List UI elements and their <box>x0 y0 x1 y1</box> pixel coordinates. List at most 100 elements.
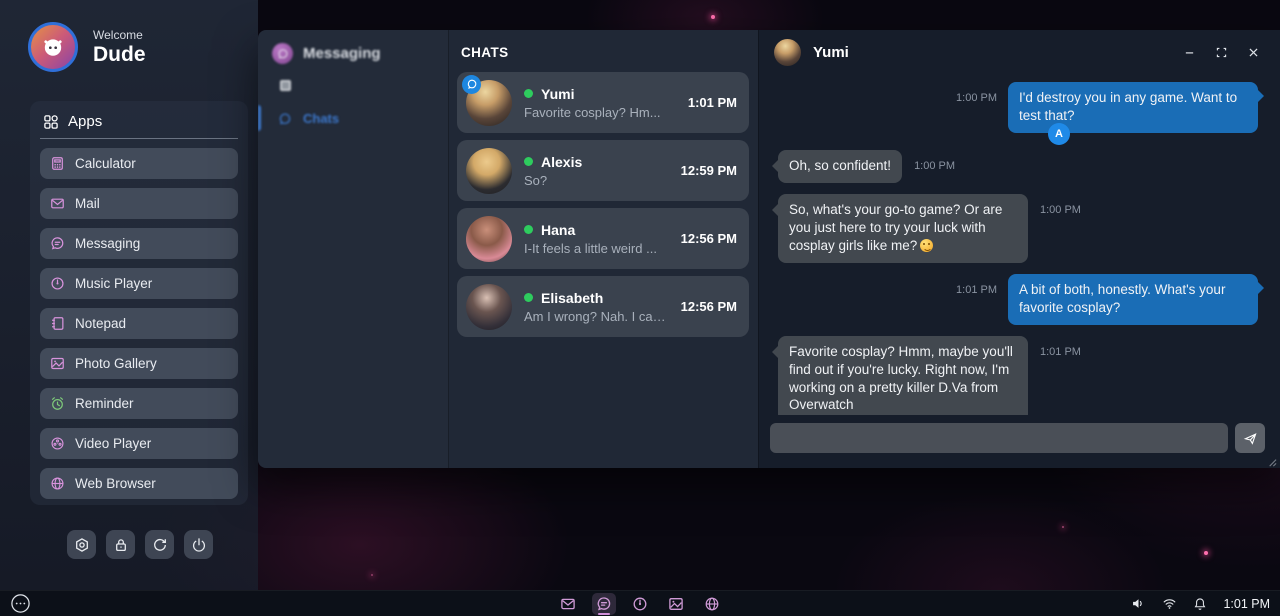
user-profile: Welcome Dude <box>28 22 146 72</box>
restart-button[interactable] <box>145 530 174 559</box>
chat-preview: Am I wrong? Nah. I can... <box>524 309 669 324</box>
star-dot <box>371 574 373 576</box>
app-list: Calculator Mail Messaging <box>40 148 238 499</box>
message-input[interactable] <box>770 423 1228 453</box>
message-time: 1:00 PM <box>1040 204 1081 216</box>
star-dot <box>711 15 715 19</box>
taskbar-pinned-apps <box>556 591 724 616</box>
messaging-window-title: Messaging <box>303 45 381 62</box>
taskbar-mail[interactable] <box>556 593 580 615</box>
star-dot <box>1204 551 1208 555</box>
settings-button[interactable] <box>67 530 96 559</box>
app-label: Reminder <box>75 396 134 411</box>
message-text: Oh, so confident! <box>789 158 891 173</box>
power-button[interactable] <box>184 530 213 559</box>
app-label: Messaging <box>75 236 140 251</box>
speaker-icon <box>1131 596 1146 611</box>
chat-contact-name: Elisabeth <box>541 290 603 306</box>
conversation-avatar <box>774 39 801 66</box>
close-button[interactable] <box>1242 41 1264 63</box>
sent-message-bubble: A bit of both, honestly. What's your fav… <box>1008 274 1258 325</box>
taskbar-messaging[interactable] <box>592 593 616 615</box>
app-label: Photo Gallery <box>75 356 157 371</box>
welcome-label: Welcome <box>93 28 146 42</box>
app-item-photo-gallery[interactable]: Photo Gallery <box>40 348 238 379</box>
message-row: Oh, so confident! 1:00 PM <box>778 150 1258 183</box>
message-text: I'd destroy you in any game. Want to tes… <box>1019 90 1237 123</box>
bell-icon <box>1193 597 1207 611</box>
quick-actions <box>67 530 213 559</box>
web-browser-icon <box>704 596 720 612</box>
taskbar-music-player[interactable] <box>628 593 652 615</box>
app-item-music-player[interactable]: Music Player <box>40 268 238 299</box>
received-message-bubble: Oh, so confident! <box>778 150 902 183</box>
chat-contact-name: Hana <box>541 222 575 238</box>
app-item-messaging[interactable]: Messaging <box>40 228 238 259</box>
video-player-icon <box>50 436 65 451</box>
nav-item-chats[interactable]: Chats <box>258 111 448 126</box>
minimize-button[interactable] <box>1178 41 1200 63</box>
chat-preview: I-It feels a little weird ... <box>524 241 669 256</box>
app-item-video-player[interactable]: Video Player <box>40 428 238 459</box>
reminder-icon <box>50 396 65 411</box>
minimize-icon <box>1183 46 1196 59</box>
taskbar-clock[interactable]: 1:01 PM <box>1223 597 1270 611</box>
online-status-dot <box>524 225 533 234</box>
message-area: 1:00 PM I'd destroy you in any game. Wan… <box>758 74 1280 415</box>
apps-header: Apps <box>40 110 238 139</box>
conversation-title: Yumi <box>813 44 849 61</box>
wifi-button[interactable] <box>1162 596 1177 611</box>
chat-item-elisabeth[interactable]: Elisabeth Am I wrong? Nah. I can... 12:5… <box>457 276 749 337</box>
app-label: Notepad <box>75 316 126 331</box>
app-item-mail[interactable]: Mail <box>40 188 238 219</box>
active-indicator <box>258 105 261 131</box>
chat-contact-name: Alexis <box>541 154 582 170</box>
message-composer <box>758 415 1280 468</box>
app-item-notepad[interactable]: Notepad <box>40 308 238 339</box>
chat-item-alexis[interactable]: Alexis So? 12:59 PM <box>457 140 749 201</box>
launcher-sidebar: Welcome Dude Apps Calculator <box>0 0 258 590</box>
user-avatar <box>28 22 78 72</box>
photo-gallery-icon <box>668 596 684 612</box>
conversation-header: Yumi <box>758 30 1280 74</box>
notepad-icon <box>50 316 65 331</box>
chats-icon <box>278 112 292 126</box>
start-menu-icon <box>10 593 31 614</box>
app-item-calculator[interactable]: Calculator <box>40 148 238 179</box>
message-row: So, what's your go-to game? Or are you j… <box>778 194 1258 263</box>
chat-contact-name: Yumi <box>541 86 574 102</box>
message-row: Favorite cosplay? Hmm, maybe you'll find… <box>778 336 1258 415</box>
online-status-dot <box>524 157 533 166</box>
volume-button[interactable] <box>1131 596 1146 611</box>
maximize-button[interactable] <box>1210 41 1232 63</box>
gear-icon <box>74 537 90 553</box>
power-icon <box>191 537 207 553</box>
conversation-panel: Yumi 1:00 PM I'd des <box>758 30 1280 468</box>
message-time: 1:01 PM <box>956 284 997 296</box>
face-icon <box>39 33 67 61</box>
message-row: 1:00 PM I'd destroy you in any game. Wan… <box>778 82 1258 133</box>
message-time: 1:00 PM <box>914 160 955 172</box>
app-item-web-browser[interactable]: Web Browser <box>40 468 238 499</box>
window-resize-handle[interactable] <box>1266 456 1277 467</box>
messaging-icon <box>596 596 612 612</box>
music-player-icon <box>50 276 65 291</box>
app-label: Mail <box>75 196 100 211</box>
nav-item-label: Chats <box>303 111 339 126</box>
chat-item-yumi[interactable]: Yumi Favorite cosplay? Hm... 1:01 PM <box>457 72 749 133</box>
messaging-nav-header: Messaging <box>258 30 448 64</box>
messaging-icon <box>50 236 65 251</box>
notifications-button[interactable] <box>1193 597 1207 611</box>
app-label: Video Player <box>75 436 151 451</box>
nav-collapse-icon[interactable] <box>280 80 291 91</box>
send-button[interactable] <box>1235 423 1265 453</box>
star-dot <box>1062 526 1064 528</box>
app-item-reminder[interactable]: Reminder <box>40 388 238 419</box>
taskbar-photo-gallery[interactable] <box>664 593 688 615</box>
taskbar-web-browser[interactable] <box>700 593 724 615</box>
avatar-yumi <box>466 80 512 126</box>
mail-icon <box>50 196 65 211</box>
lock-button[interactable] <box>106 530 135 559</box>
chat-item-hana[interactable]: Hana I-It feels a little weird ... 12:56… <box>457 208 749 269</box>
start-menu-button[interactable] <box>10 593 31 614</box>
